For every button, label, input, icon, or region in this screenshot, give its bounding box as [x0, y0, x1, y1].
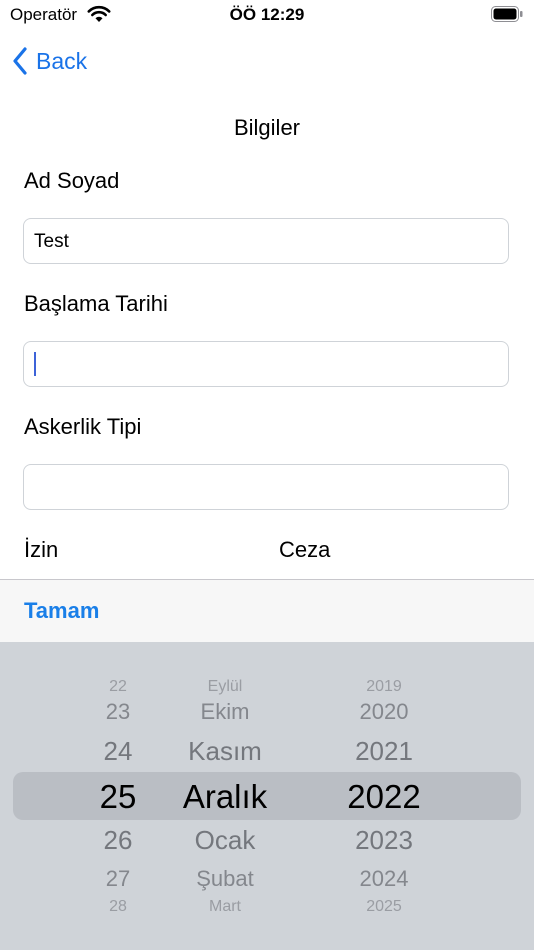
name-value: Test [34, 231, 69, 252]
picker-month-selected: Aralık [182, 778, 268, 815]
picker-month-option: Ekim [200, 699, 250, 724]
name-label: Ad Soyad [24, 168, 120, 193]
picker-month-option: Eylül [207, 678, 243, 695]
picker-year-selected: 2022 [347, 778, 421, 815]
battery-icon [491, 6, 523, 22]
picker-month-option: Mart [209, 898, 241, 915]
done-button[interactable]: Tamam [24, 598, 99, 624]
picker-day-option: 26 [103, 825, 133, 855]
status-clock: ÖÖ 12:29 [229, 5, 305, 24]
text-cursor [34, 352, 36, 376]
picker-year-option: 2024 [359, 866, 409, 891]
picker-day-option: 27 [105, 866, 131, 891]
service-type-label: Askerlik Tipi [24, 414, 142, 439]
picker-day-option: 28 [109, 898, 127, 915]
picker-day-option: 24 [103, 736, 133, 766]
start-date-field[interactable] [23, 341, 509, 387]
leave-label: İzin [24, 537, 59, 562]
back-label: Back [36, 47, 88, 74]
picker-day-option: 22 [109, 678, 127, 695]
picker-day-selected: 25 [99, 778, 137, 815]
start-date-label: Başlama Tarihi [24, 291, 168, 316]
picker-year-option: 2020 [359, 699, 409, 724]
picker-month-option: Kasım [188, 736, 262, 766]
picker-year-option: 2025 [366, 898, 402, 915]
service-type-field[interactable] [23, 464, 509, 510]
penalty-label: Ceza [279, 537, 331, 562]
page-title: Bilgiler [233, 115, 301, 140]
picker-year-option: 2023 [355, 825, 413, 855]
keyboard-toolbar: Tamam [0, 579, 534, 643]
chevron-left-icon [13, 47, 27, 75]
picker-year-option: 2021 [355, 736, 413, 766]
picker-day-option: 23 [105, 699, 131, 724]
back-button[interactable]: Back [12, 44, 87, 78]
status-bar: Operatör ÖÖ 12:29 [0, 0, 534, 30]
date-picker[interactable]: 22 23 24 25 26 27 28 Eylül Ekim Kasım Ar… [0, 642, 534, 950]
picker-year-option: 2019 [366, 678, 402, 695]
picker-month-option: Şubat [196, 866, 254, 891]
picker-month-option: Ocak [194, 825, 256, 855]
name-field[interactable]: Test [23, 218, 509, 264]
